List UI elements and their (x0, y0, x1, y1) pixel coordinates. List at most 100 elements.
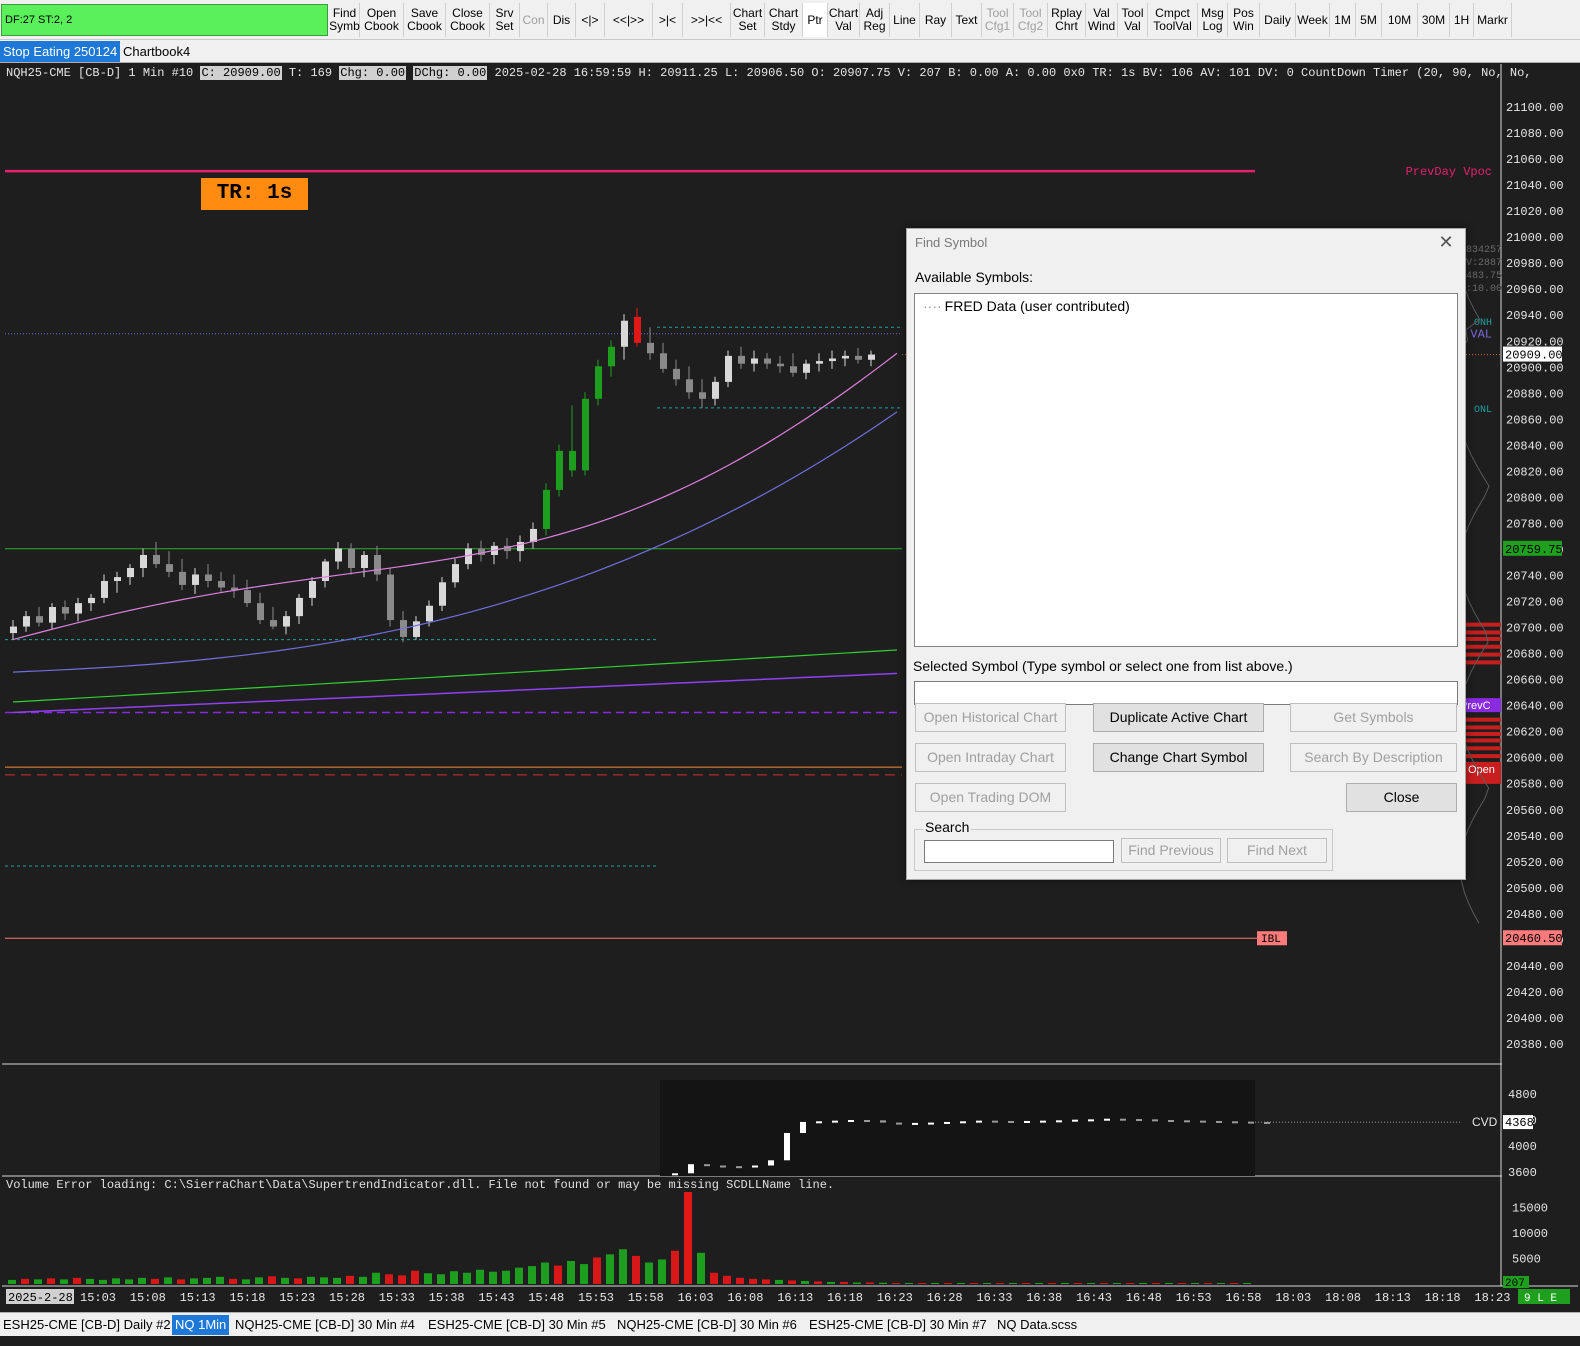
toolbar-button-30[interactable]: 5M (1356, 3, 1382, 37)
price-tick-label: 20380.00 (1506, 1038, 1564, 1052)
time-tick-label: 16:58 (1225, 1291, 1261, 1305)
time-tick-label: 15:03 (80, 1291, 116, 1305)
get-symbols-button[interactable]: Get Symbols (1290, 703, 1457, 732)
volume-bar (840, 1281, 848, 1284)
sierra-chart-window: DF:27 ST:2, 2 Find Symb Open Cbook Save Cb… (0, 0, 1580, 1346)
toolbar-button-11[interactable]: Chart Set (731, 3, 765, 37)
candle-body (608, 346, 615, 367)
toolbar-button-10[interactable]: >>|<< (683, 3, 731, 37)
volume-bar (411, 1270, 419, 1284)
toolbar-button-27[interactable]: Daily (1260, 3, 1296, 37)
duplicate-active-chart-button[interactable]: Duplicate Active Chart (1093, 703, 1264, 732)
search-input[interactable] (924, 840, 1114, 863)
price-tick-label: 21060.00 (1506, 153, 1564, 167)
chart-tab-1[interactable]: NQ 1Min (172, 1315, 230, 1335)
search-by-description-button[interactable]: Search By Description (1290, 743, 1457, 772)
price-tick-label: 20600.00 (1506, 752, 1564, 766)
candle-body (634, 316, 641, 343)
open-trading-dom-button[interactable]: Open Trading DOM (915, 783, 1066, 812)
cvd-bar (768, 1160, 774, 1166)
toolbar-button-20[interactable]: Tool Cfg2 (1014, 3, 1048, 37)
chart-tab-0[interactable]: ESH25-CME [CB-D] Daily #2 (0, 1315, 174, 1335)
toolbar-button-34[interactable]: Markr (1474, 3, 1512, 37)
toolbar-button-0[interactable]: Find Symb (329, 3, 360, 37)
toolbar-button-19[interactable]: Tool Cfg1 (982, 3, 1014, 37)
open-historical-chart-button[interactable]: Open Historical Chart (915, 703, 1066, 732)
toolbar-button-21[interactable]: Rplay Chrt (1048, 3, 1086, 37)
toolbar-button-5[interactable]: Con (520, 3, 548, 37)
selected-symbol-input[interactable] (914, 681, 1458, 705)
volume-bar (320, 1277, 328, 1284)
volume-bar (567, 1261, 575, 1284)
find-next-button[interactable]: Find Next (1227, 838, 1327, 863)
candle-body (283, 616, 290, 627)
candle-body (829, 358, 836, 362)
main-toolbar: DF:27 ST:2, 2 Find Symb Open Cbook Save Cb… (0, 0, 1580, 40)
toolbar-button-32[interactable]: 30M (1418, 3, 1450, 37)
available-symbols-list[interactable]: ···· FRED Data (user contributed) (914, 293, 1458, 647)
toolbar-button-8[interactable]: <<|>> (605, 3, 653, 37)
volume-bar (1217, 1282, 1225, 1284)
toolbar-button-31[interactable]: 10M (1382, 3, 1418, 37)
volume-bar (1178, 1282, 1186, 1284)
candle-body (166, 564, 173, 572)
time-tick-label: 18:03 (1275, 1291, 1311, 1305)
toolbar-button-7[interactable]: <|> (576, 3, 605, 37)
volume-bar (645, 1262, 653, 1284)
volume-bar (866, 1282, 874, 1284)
volume-marker-label: 207 (1505, 1278, 1525, 1290)
toolbar-button-25[interactable]: Msg Log (1198, 3, 1228, 37)
find-previous-button[interactable]: Find Previous (1121, 838, 1221, 863)
chart-tab-2[interactable]: NQH25-CME [CB-D] 30 Min #4 (232, 1315, 418, 1335)
change-chart-symbol-button[interactable]: Change Chart Symbol (1093, 743, 1264, 772)
chartbook-tab-chartbook4[interactable]: Chartbook4 (120, 41, 193, 62)
toolbar-button-9[interactable]: >|< (653, 3, 683, 37)
toolbar-button-28[interactable]: Week (1296, 3, 1330, 37)
volume-bar (814, 1281, 822, 1284)
toolbar-button-6[interactable]: Dis (548, 3, 576, 37)
chartbook-tab-stop-eating[interactable]: Stop Eating 250124 (0, 41, 121, 62)
toolbar-button-17[interactable]: Ray (920, 3, 952, 37)
header-symbol: NQH25-CME [CB-D] 1 Min #10 (6, 66, 194, 80)
toolbar-button-2[interactable]: Save Cbook (404, 3, 446, 37)
close-button[interactable]: Close (1346, 783, 1457, 812)
volume-bar (1165, 1282, 1173, 1284)
toolbar-button-18[interactable]: Text (952, 3, 982, 37)
volume-bar (723, 1275, 731, 1284)
toolbar-button-3[interactable]: Close Cbook (446, 3, 490, 37)
price-tick-label: 21020.00 (1506, 205, 1564, 219)
chart-tab-6[interactable]: NQ Data.scss (994, 1315, 1080, 1335)
toolbar-button-22[interactable]: Val Wind (1086, 3, 1118, 37)
price-tick-label: 20740.00 (1506, 570, 1564, 584)
toolbar-button-13[interactable]: Ptr (803, 3, 828, 37)
toolbar-button-1[interactable]: Open Cbook (360, 3, 404, 37)
time-tick-label: 2025-2-28 (8, 1291, 73, 1305)
toolbar-button-12[interactable]: Chart Stdy (765, 3, 803, 37)
volume-bar (177, 1279, 185, 1284)
toolbar-button-23[interactable]: Tool Val (1118, 3, 1148, 37)
toolbar-button-15[interactable]: Adj Reg (860, 3, 890, 37)
cvd-bar (704, 1164, 710, 1167)
chart-tab-3[interactable]: ESH25-CME [CB-D] 30 Min #5 (425, 1315, 609, 1335)
cvd-bar (1200, 1120, 1206, 1123)
tree-item-fred-data[interactable]: ···· FRED Data (user contributed) (923, 298, 1130, 314)
toolbar-button-33[interactable]: 1H (1450, 3, 1474, 37)
candle-body (179, 571, 186, 585)
toolbar-button-14[interactable]: Chart Val (828, 3, 860, 37)
toolbar-button-4[interactable]: Srv Set (490, 3, 520, 37)
chart-tab-5[interactable]: ESH25-CME [CB-D] 30 Min #7 (806, 1315, 990, 1335)
close-icon[interactable]: ✕ (1435, 231, 1457, 253)
volume-bar (47, 1278, 55, 1284)
volume-tick-label: 10000 (1512, 1227, 1548, 1241)
toolbar-button-26[interactable]: Pos Win (1228, 3, 1260, 37)
cvd-bar (800, 1121, 806, 1133)
candle-body (192, 574, 199, 585)
chart-tab-4[interactable]: NQH25-CME [CB-D] 30 Min #6 (614, 1315, 800, 1335)
candle-body (413, 621, 420, 637)
open-intraday-chart-button[interactable]: Open Intraday Chart (915, 743, 1066, 772)
toolbar-button-29[interactable]: 1M (1330, 3, 1356, 37)
volume-bar (203, 1277, 211, 1284)
price-marker-label: 20909.00 (1505, 349, 1563, 363)
toolbar-button-16[interactable]: Line (890, 3, 920, 37)
toolbar-button-24[interactable]: Cmpct ToolVal (1148, 3, 1198, 37)
